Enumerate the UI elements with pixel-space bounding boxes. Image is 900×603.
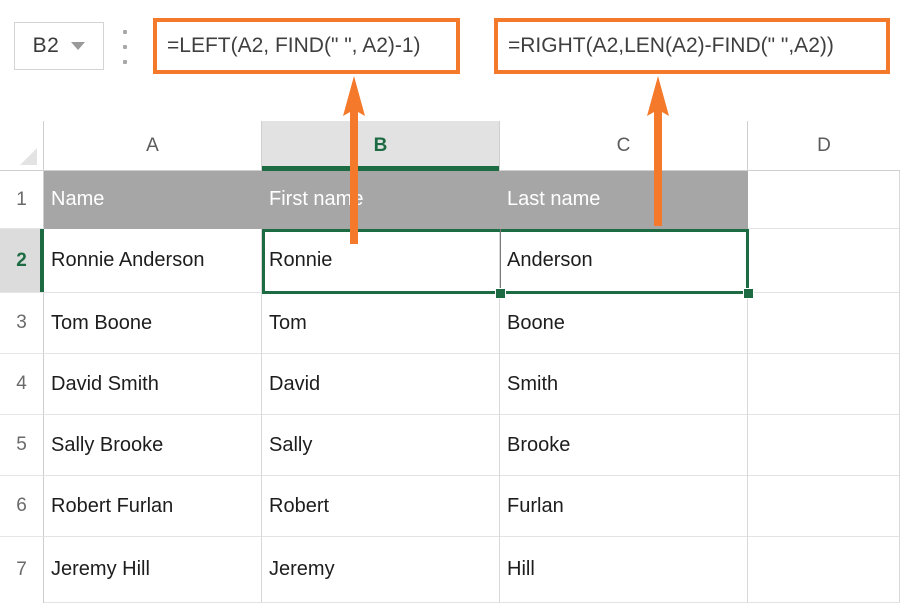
- row-header-2-label: 2: [16, 249, 27, 271]
- formula-text-c2: =RIGHT(A2,LEN(A2)-FIND(" ",A2)): [508, 34, 834, 57]
- cell-a4-text: David Smith: [51, 372, 159, 395]
- select-all-triangle-icon: [20, 148, 37, 165]
- cell-c1-text: Last name: [507, 188, 601, 210]
- column-header-b-label: B: [373, 134, 388, 156]
- name-box[interactable]: B2: [14, 22, 104, 70]
- column-header-c-label: C: [616, 134, 631, 156]
- column-header-d-label: D: [817, 134, 831, 156]
- cell-c3[interactable]: Boone: [500, 293, 748, 354]
- cell-d5[interactable]: [748, 415, 900, 476]
- cell-d7[interactable]: [748, 537, 900, 603]
- row-header-6[interactable]: 6: [0, 476, 44, 537]
- cell-a6-text: Robert Furlan: [51, 494, 174, 517]
- row-header-1-label: 1: [16, 188, 27, 210]
- cell-a3[interactable]: Tom Boone: [44, 293, 262, 354]
- row-header-5-label: 5: [16, 434, 27, 455]
- cell-c2-text: Anderson: [507, 249, 593, 271]
- cell-b5[interactable]: Sally: [262, 415, 500, 476]
- cell-c1[interactable]: Last name: [500, 171, 748, 229]
- column-header-d[interactable]: D: [748, 121, 900, 170]
- cell-d6[interactable]: [748, 476, 900, 537]
- cell-c4[interactable]: Smith: [500, 354, 748, 415]
- formula-text-b2: =LEFT(A2, FIND(" ", A2)-1): [167, 34, 421, 57]
- cell-b2[interactable]: Ronnie: [262, 229, 500, 293]
- cell-d2[interactable]: [748, 229, 900, 293]
- dot: [123, 60, 127, 64]
- column-header-band: A B C D: [0, 121, 900, 171]
- row-header-7[interactable]: 7: [0, 537, 44, 603]
- cell-b1[interactable]: First name: [262, 171, 500, 229]
- cell-d4[interactable]: [748, 354, 900, 415]
- row-header-3[interactable]: 3: [0, 293, 44, 354]
- row-header-6-label: 6: [16, 495, 27, 516]
- cell-c3-text: Boone: [507, 311, 565, 334]
- cell-d3[interactable]: [748, 293, 900, 354]
- select-all-corner[interactable]: [0, 121, 44, 170]
- cell-b6-text: Robert: [269, 494, 330, 517]
- cell-b4-text: David: [269, 372, 321, 395]
- column-header-b[interactable]: B: [262, 121, 500, 171]
- formula-input-c2[interactable]: =RIGHT(A2,LEN(A2)-FIND(" ",A2)): [494, 18, 890, 74]
- cell-c7[interactable]: Hill: [500, 537, 748, 603]
- cell-b3[interactable]: Tom: [262, 293, 500, 354]
- column-header-a-label: A: [146, 134, 159, 156]
- cell-a7-text: Jeremy Hill: [51, 558, 150, 580]
- cell-b6[interactable]: Robert: [262, 476, 500, 537]
- cell-a2-text: Ronnie Anderson: [51, 249, 205, 271]
- row-header-7-label: 7: [16, 559, 27, 580]
- cell-a3-text: Tom Boone: [51, 311, 153, 334]
- dot: [123, 45, 127, 49]
- fill-handle-b2[interactable]: [495, 288, 506, 299]
- cell-c2[interactable]: Anderson: [500, 229, 748, 293]
- cell-c5[interactable]: Brooke: [500, 415, 748, 476]
- dot: [123, 30, 127, 34]
- cell-c4-text: Smith: [507, 372, 559, 395]
- cell-a2[interactable]: Ronnie Anderson: [44, 229, 262, 293]
- row-header-1[interactable]: 1: [0, 171, 44, 229]
- cell-a6[interactable]: Robert Furlan: [44, 476, 262, 537]
- cell-c6-text: Furlan: [507, 494, 564, 517]
- cell-b2-text: Ronnie: [269, 249, 333, 271]
- row-header-2[interactable]: 2: [0, 229, 44, 293]
- cell-a5-text: Sally Brooke: [51, 433, 164, 456]
- fill-handle-c2[interactable]: [743, 288, 754, 299]
- chevron-down-icon[interactable]: [71, 42, 86, 50]
- row-header-4-label: 4: [16, 373, 27, 394]
- spreadsheet-grid[interactable]: A B C D 1 2 3 4 5 6 7 Name First name La…: [0, 121, 900, 603]
- formula-input-b2[interactable]: =LEFT(A2, FIND(" ", A2)-1): [153, 18, 460, 74]
- cell-b7-text: Jeremy: [269, 558, 335, 580]
- cell-b5-text: Sally: [269, 433, 313, 456]
- cell-b3-text: Tom: [269, 311, 307, 334]
- row-header-5[interactable]: 5: [0, 415, 44, 476]
- cell-b1-text: First name: [269, 188, 364, 210]
- cell-b7[interactable]: Jeremy: [262, 537, 500, 603]
- cell-a5[interactable]: Sally Brooke: [44, 415, 262, 476]
- cell-d1[interactable]: [748, 171, 900, 229]
- row-header-4[interactable]: 4: [0, 354, 44, 415]
- cell-a1[interactable]: Name: [44, 171, 262, 229]
- row-header-3-label: 3: [16, 312, 27, 333]
- vertical-dots-icon: [120, 30, 130, 64]
- column-header-c[interactable]: C: [500, 121, 748, 170]
- formula-bar-strip: B2 =LEFT(A2, FIND(" ", A2)-1) =RIGHT(A2,…: [0, 0, 900, 121]
- cell-c6[interactable]: Furlan: [500, 476, 748, 537]
- cell-c7-text: Hill: [507, 558, 535, 580]
- name-box-value: B2: [32, 34, 60, 57]
- cell-b4[interactable]: David: [262, 354, 500, 415]
- column-header-a[interactable]: A: [44, 121, 262, 170]
- cell-a1-text: Name: [51, 188, 105, 210]
- cell-c5-text: Brooke: [507, 433, 571, 456]
- cell-a7[interactable]: Jeremy Hill: [44, 537, 262, 603]
- cell-a4[interactable]: David Smith: [44, 354, 262, 415]
